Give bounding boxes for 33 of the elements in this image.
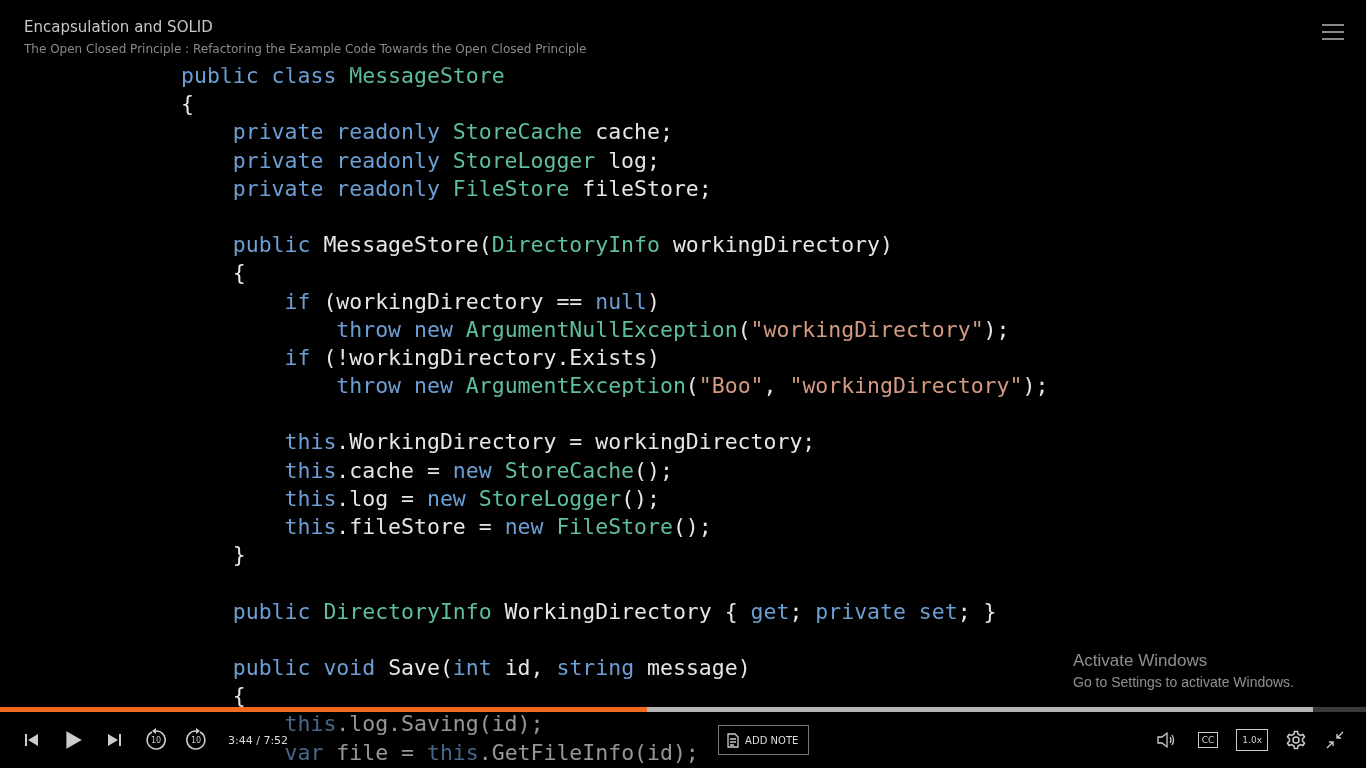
code-line: { (232, 683, 246, 709)
code-line: this.log = new StoreLogger(); (284, 485, 660, 511)
code-line: this.fileStore = new FileStore(); (284, 514, 712, 539)
activation-title: Activate Windows (1073, 651, 1209, 671)
code-line: this.WorkingDirectory = workingDirectory; (284, 429, 816, 455)
activation-message: Go to Settings to activate Windows. (1073, 674, 1294, 690)
code-line: throw new ArgumentNullException("workingDirectory"); (336, 316, 1010, 342)
code-line: this.cache = new StoreCache(); (284, 457, 673, 483)
code-line: public MessageStore(DirectoryInfo workingDirectory) (232, 232, 893, 258)
collapse-icon[interactable] (1326, 731, 1344, 749)
code-line: { (232, 260, 246, 286)
note-icon (727, 732, 740, 748)
add-note-button[interactable]: ADD NOTE (718, 725, 810, 755)
code-line: public DirectoryInfo WorkingDirectory { get; private set; } (232, 598, 997, 624)
settings-icon[interactable] (1286, 730, 1306, 750)
code-line: public class MessageStore (181, 63, 505, 88)
code-line: throw new ArgumentException("Boo", "workingDirectory"); (336, 373, 1049, 399)
speed-button[interactable]: 1.0x (1236, 729, 1268, 751)
code-line: private readonly FileStore fileStore; (232, 175, 712, 201)
clip-title: The Open Closed Principle : Refactoring the Example Code Towards the Open Closed Principle (24, 42, 587, 56)
captions-button[interactable]: CC (1197, 732, 1219, 748)
code-line: { (181, 91, 194, 117)
volume-icon[interactable] (1155, 730, 1176, 750)
code-line: public void Save(int id, string message) (232, 654, 751, 680)
rewind-button[interactable]: 10 (144, 728, 168, 752)
code-line: if (workingDirectory == null) (284, 288, 660, 314)
code-line: } (232, 542, 246, 568)
code-line: if (!workingDirectory.Exists) (284, 344, 660, 370)
menu-icon[interactable] (1322, 24, 1344, 40)
forward-button[interactable]: 10 (184, 728, 208, 752)
code-line: private readonly StoreCache cache; (232, 119, 673, 145)
course-title: Encapsulation and SOLID (24, 18, 213, 36)
code-line: private readonly StoreLogger log; (232, 147, 660, 173)
